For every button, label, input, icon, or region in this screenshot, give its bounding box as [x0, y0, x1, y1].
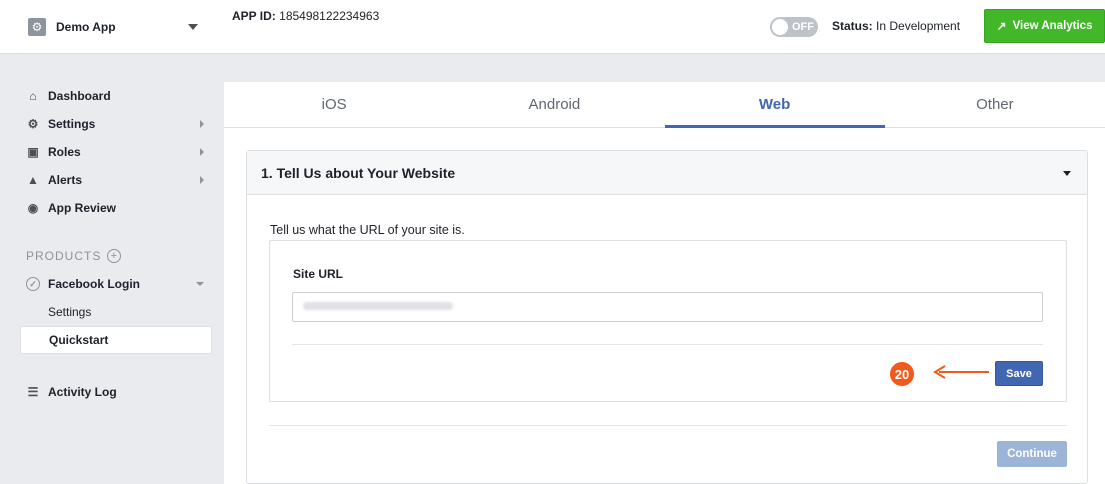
bell-icon: ▲ [27, 173, 39, 187]
live-toggle[interactable]: OFF [770, 17, 818, 37]
platform-tabs: iOS Android Web Other [224, 82, 1105, 128]
chevron-right-icon [200, 176, 204, 184]
app-status: Status: In Development [832, 19, 960, 33]
roles-icon: ▣ [27, 145, 39, 159]
sidebar-subitem-quickstart[interactable]: Quickstart [20, 326, 212, 354]
sidebar-item-label: Facebook Login [48, 277, 141, 291]
sidebar-item-facebook-login[interactable]: ✓ Facebook Login [20, 270, 212, 298]
check-circle-icon: ✓ [26, 277, 40, 291]
section-title: 1. Tell Us about Your Website [261, 164, 456, 181]
section-divider [269, 425, 1067, 426]
sidebar-item-alerts[interactable]: ▲ Alerts [20, 166, 212, 194]
home-icon: ⌂ [29, 89, 37, 103]
sidebar-item-label: App Review [48, 201, 117, 215]
chevron-down-icon [196, 282, 204, 286]
chevron-right-icon [200, 148, 204, 156]
app-icon: ⚙ [28, 18, 46, 36]
sidebar-subitem-settings[interactable]: Settings [20, 298, 212, 326]
toggle-label: OFF [792, 21, 814, 33]
continue-button[interactable]: Continue [997, 441, 1067, 467]
view-analytics-label: View Analytics [1012, 20, 1093, 32]
trend-icon: ↗ [996, 19, 1007, 33]
sidebar-item-roles[interactable]: ▣ Roles [20, 138, 212, 166]
form-divider [292, 344, 1043, 345]
app-id-value: 185498122234963 [279, 9, 380, 23]
eye-icon: ◉ [27, 201, 39, 215]
tab-android[interactable]: Android [444, 82, 664, 127]
status-value: In Development [876, 19, 961, 33]
main-panel: iOS Android Web Other 1. Tell Us about Y… [224, 82, 1105, 484]
view-analytics-button[interactable]: ↗ View Analytics [984, 9, 1105, 43]
sidebar-item-label: Roles [48, 145, 81, 159]
chevron-down-icon [1063, 171, 1071, 176]
sidebar-item-app-review[interactable]: ◉ App Review [20, 194, 212, 222]
sidebar: ⌂ Dashboard ⚙ Settings ▣ Roles ▲ Alerts … [20, 82, 212, 406]
sidebar-item-label: Alerts [48, 173, 83, 187]
site-url-form: Site URL 20 Save [269, 240, 1067, 402]
save-button[interactable]: Save [995, 361, 1043, 386]
sidebar-item-label: Activity Log [48, 385, 117, 399]
chevron-right-icon [200, 120, 204, 128]
section-header[interactable]: 1. Tell Us about Your Website [247, 151, 1087, 195]
blurred-url-value [303, 302, 453, 310]
website-section: 1. Tell Us about Your Website Tell us wh… [246, 150, 1088, 484]
site-url-label: Site URL [293, 267, 344, 281]
sidebar-item-label: Dashboard [48, 89, 111, 103]
sidebar-item-settings[interactable]: ⚙ Settings [20, 110, 212, 138]
products-label: PRODUCTS [26, 249, 102, 263]
app-selector[interactable]: ⚙ Demo App [20, 12, 208, 42]
sidebar-item-activity-log[interactable]: ☰ Activity Log [20, 378, 212, 406]
tab-ios[interactable]: iOS [224, 82, 444, 127]
caret-down-icon [188, 24, 198, 30]
app-id-label: APP ID: [232, 9, 276, 23]
tab-web[interactable]: Web [664, 82, 886, 128]
list-icon: ☰ [27, 385, 39, 399]
gear-icon: ⚙ [27, 117, 39, 131]
arrow-left-icon [933, 365, 989, 379]
app-id: APP ID: 185498122234963 [232, 9, 379, 23]
sidebar-item-dashboard[interactable]: ⌂ Dashboard [20, 82, 212, 110]
add-product-icon[interactable]: + [107, 249, 122, 263]
step-badge: 20 [890, 362, 914, 386]
products-heading: PRODUCTS + [20, 242, 212, 270]
top-bar: ⚙ Demo App APP ID: 185498122234963 OFF S… [0, 0, 1105, 54]
section-intro: Tell us what the URL of your site is. [270, 223, 465, 237]
tab-other[interactable]: Other [885, 82, 1105, 127]
site-url-input[interactable] [292, 292, 1043, 322]
app-name: Demo App [56, 20, 116, 34]
status-label: Status: [832, 19, 873, 33]
toggle-knob [772, 19, 788, 35]
sidebar-item-label: Settings [48, 117, 96, 131]
